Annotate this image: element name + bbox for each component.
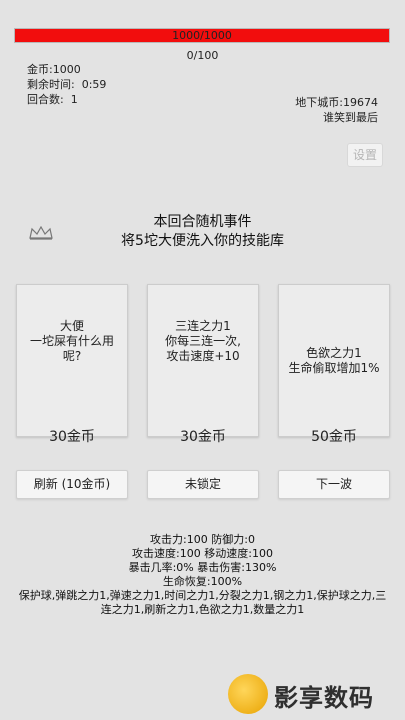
card-line: 你每三连一次, [165,334,241,348]
logo-icon [228,674,268,714]
speed-label: 攻击速度:100 移动速度:100 [132,547,273,560]
crit-label: 暴击几率:0% 暴击伤害:130% [128,561,277,574]
next-wave-button[interactable]: 下一波 [278,470,390,499]
shop-card-3[interactable]: 色欲之力1 生命偷取增加1% 50金币 [278,284,390,445]
logo-text: 影享数码 [274,684,374,712]
attack-defense-label: 攻击力:100 防御力:0 [150,533,255,546]
card-line: 三连之力1 [175,319,231,333]
gold-label: 金币:1000 [27,63,81,76]
card-price: 30金币 [49,429,95,445]
dungeon-panel: 地下城币:19674 谁笑到最后 [295,95,378,125]
round-event: 本回合随机事件 将5坨大便洗入你的技能库 [0,213,405,251]
event-heading: 本回合随机事件 [153,214,252,230]
player-stats: 攻击力:100 防御力:0 攻击速度:100 移动速度:100 暴击几率:0% … [0,533,405,617]
card-description: 大便 一坨屎有什么用 呢? [21,319,123,364]
hp-text: 1000/1000 [172,29,232,42]
regen-label: 生命恢复:100% [162,575,243,588]
time-remaining-label: 剩余时间: 0:59 [27,78,107,91]
card-description: 色欲之力1 生命偷取增加1% [283,346,385,376]
watermark-logo: 影享数码 [222,670,392,718]
dungeon-coins-label: 地下城币:19674 [295,96,378,109]
card-line: 色欲之力1 [306,346,362,360]
card-line: 大便 [59,319,84,333]
lock-button[interactable]: 未锁定 [147,470,259,499]
card-line: 呢? [62,349,82,363]
xp-text: 0/100 [186,49,219,62]
skills-list: 保护球,弹跳之力1,弹速之力1,时间之力1,分裂之力1,钢之力1,保护球之力,三… [18,589,387,616]
card-line: 攻击速度+10 [166,349,240,363]
card-line: 生命偷取增加1% [288,361,380,375]
tagline-label: 谁笑到最后 [323,111,378,124]
shop-card-1[interactable]: 大便 一坨屎有什么用 呢? 30金币 [16,284,128,445]
hp-bar: 1000/1000 [14,28,390,43]
refresh-button[interactable]: 刷新 (10金币) [16,470,128,499]
card-description: 三连之力1 你每三连一次, 攻击速度+10 [152,319,254,364]
resource-panel: 金币:1000 剩余时间: 0:59 回合数: 1 [27,62,106,107]
card-price: 50金币 [311,429,357,445]
event-description: 将5坨大便洗入你的技能库 [121,233,284,249]
settings-button[interactable]: 设置 [347,143,383,167]
card-line: 一坨屎有什么用 [29,334,114,348]
card-price: 30金币 [180,429,226,445]
shop-card-2[interactable]: 三连之力1 你每三连一次, 攻击速度+10 30金币 [147,284,259,445]
round-label: 回合数: 1 [27,93,78,106]
